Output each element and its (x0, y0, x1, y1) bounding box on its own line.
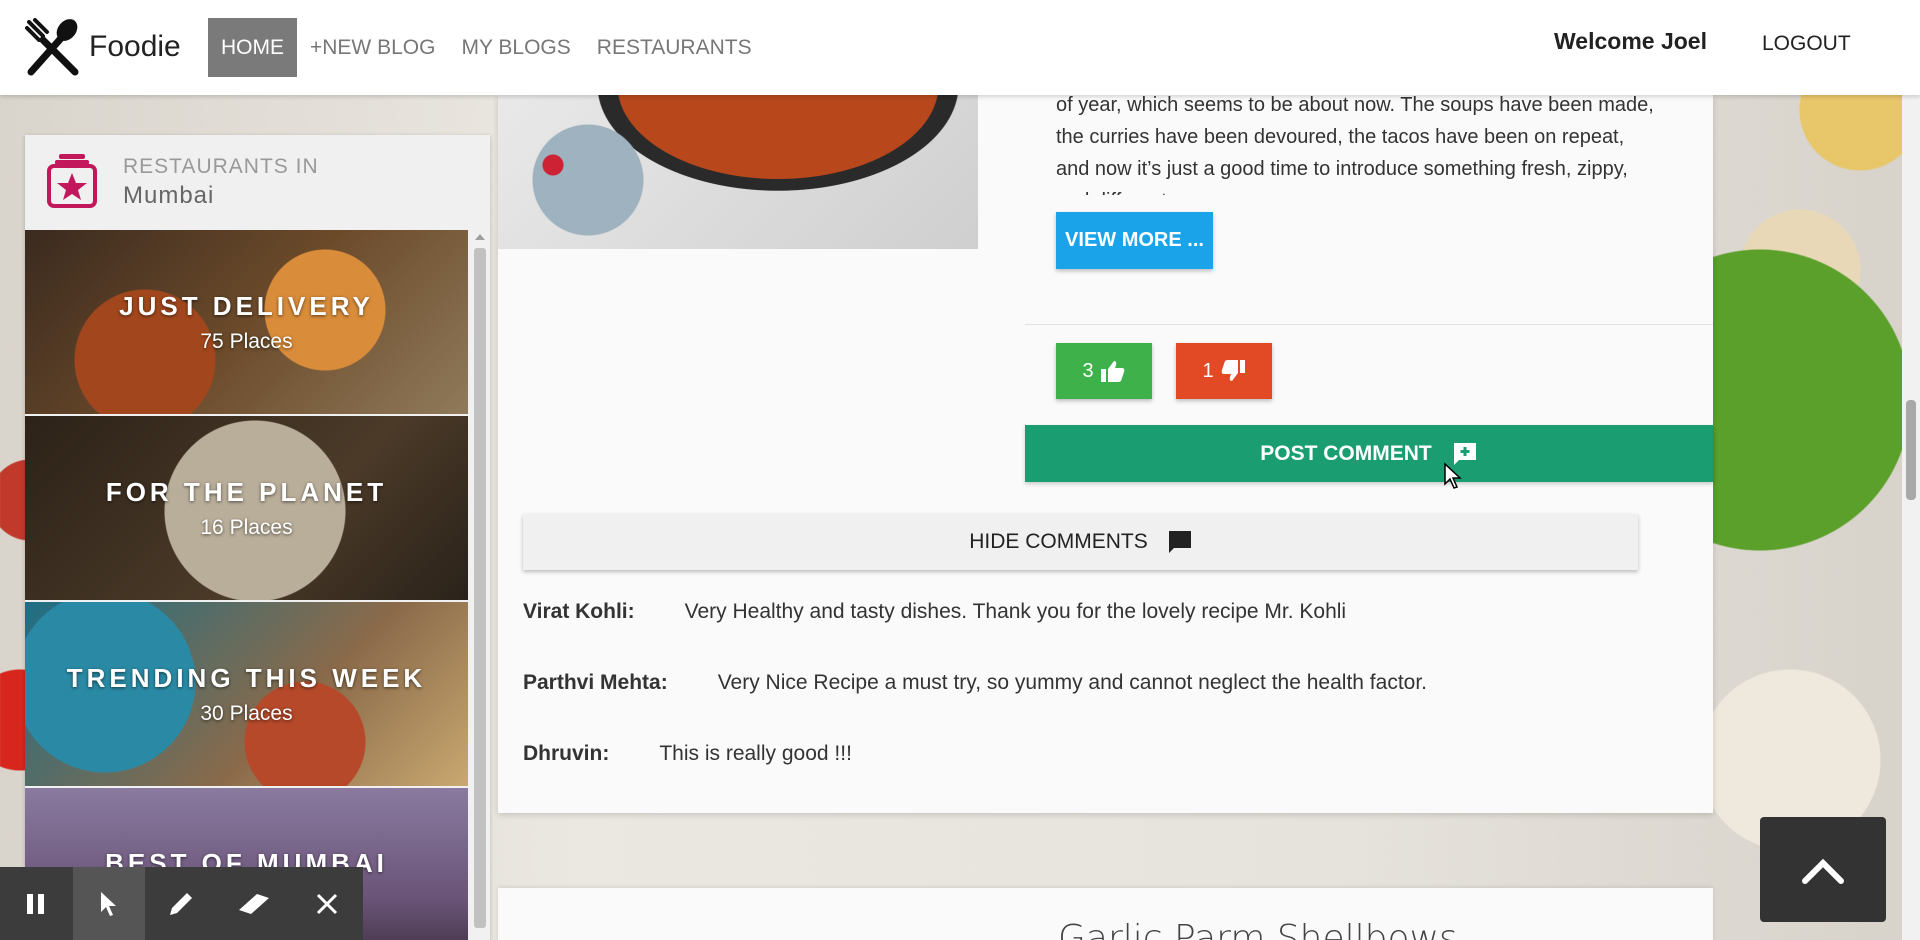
comment-author: Parthvi Mehta: (523, 671, 668, 694)
blog-dish-image (498, 95, 978, 249)
chevron-up-icon (1802, 858, 1844, 884)
blog-post-card: of year, which seems to be about now. Th… (498, 94, 1713, 813)
tile-name: TRENDING THIS WEEK (66, 662, 427, 693)
comment-author: Virat Kohli: (523, 600, 635, 623)
comment-text: This is really good !!! (659, 742, 852, 765)
restaurant-star-icon (47, 154, 97, 208)
pause-tool[interactable] (0, 867, 73, 940)
comment-item: Virat Kohli: Very Healthy and tasty dish… (523, 600, 1673, 671)
sidebar-city: Mumbai (123, 182, 215, 209)
logout-link[interactable]: LOGOUT (1762, 32, 1851, 56)
mouse-cursor-icon (1444, 462, 1462, 489)
dislike-count: 1 (1202, 359, 1214, 382)
close-tool[interactable] (290, 867, 363, 940)
like-button[interactable]: 3 (1056, 343, 1152, 399)
next-blog-title: Garlic Parm Shellbows (1058, 918, 1458, 940)
category-list: JUST DELIVERY 75 Places FOR THE PLANET 1… (25, 230, 468, 940)
sidebar-header: RESTAURANTS IN Mumbai (25, 135, 490, 230)
eraser-tool[interactable] (218, 867, 291, 940)
back-to-top-button[interactable] (1760, 817, 1886, 922)
comments-list: Virat Kohli: Very Healthy and tasty dish… (523, 600, 1673, 813)
category-tile-trending[interactable]: TRENDING THIS WEEK 30 Places (25, 602, 468, 786)
fork-spoon-icon (25, 18, 79, 76)
hide-comments-button[interactable]: HIDE COMMENTS (523, 514, 1638, 570)
thumbs-up-icon (1100, 361, 1124, 382)
nav-restaurants[interactable]: RESTAURANTS (584, 18, 765, 77)
tile-name: FOR THE PLANET (105, 476, 388, 507)
tile-name: JUST DELIVERY (119, 290, 374, 321)
thumbs-down-icon (1221, 360, 1245, 381)
sidebar-scrollbar[interactable] (470, 230, 490, 940)
blog-excerpt: of year, which seems to be about now. Th… (1056, 94, 1654, 195)
pencil-icon (170, 892, 193, 915)
view-more-button[interactable]: VIEW MORE ... (1056, 212, 1213, 269)
post-comment-label: POST COMMENT (1260, 441, 1432, 465)
close-icon (316, 893, 337, 914)
tile-count: 30 Places (200, 701, 293, 725)
comment-text: Very Healthy and tasty dishes. Thank you… (684, 600, 1347, 623)
dislike-button[interactable]: 1 (1176, 343, 1272, 399)
comment-item: Parthvi Mehta: Very Nice Recipe a must t… (523, 671, 1673, 742)
tile-count: 75 Places (200, 329, 293, 353)
scrollbar-thumb[interactable] (474, 248, 486, 928)
brand-logo[interactable]: Foodie (25, 18, 181, 76)
page-scrollbar[interactable] (1902, 95, 1920, 940)
scrollbar-thumb[interactable] (1906, 400, 1916, 500)
pointer-tool[interactable] (72, 867, 146, 940)
comment-text: Very Nice Recipe a must try, so yummy an… (717, 671, 1427, 694)
sidebar-title: RESTAURANTS IN (123, 155, 319, 178)
annotation-toolbar (0, 867, 363, 940)
top-navbar: Foodie HOME +NEW BLOG MY BLOGS RESTAURAN… (0, 0, 1920, 95)
nav-home[interactable]: HOME (208, 18, 297, 77)
comment-icon (1168, 531, 1191, 553)
pen-tool[interactable] (145, 867, 218, 940)
tile-count: 16 Places (200, 515, 293, 539)
category-tile-for-the-planet[interactable]: FOR THE PLANET 16 Places (25, 416, 468, 600)
category-tile-just-delivery[interactable]: JUST DELIVERY 75 Places (25, 230, 468, 414)
like-count: 3 (1082, 359, 1094, 382)
nav-my-blogs[interactable]: MY BLOGS (448, 18, 583, 77)
comment-item: Dhruvin: This is really good !!! (523, 742, 1673, 813)
nav-new-blog[interactable]: +NEW BLOG (297, 18, 448, 77)
pointer-icon (100, 891, 116, 916)
comment-author: Dhruvin: (523, 742, 610, 765)
hide-comments-label: HIDE COMMENTS (969, 530, 1148, 553)
brand-name: Foodie (89, 30, 181, 63)
pause-icon (27, 893, 45, 914)
welcome-text: Welcome Joel (1554, 28, 1707, 54)
next-blog-card: Garlic Parm Shellbows (498, 888, 1713, 940)
eraser-icon (239, 893, 270, 914)
restaurants-sidebar: RESTAURANTS IN Mumbai JUST DELIVERY 75 P… (25, 135, 490, 940)
post-comment-button[interactable]: POST COMMENT (1025, 425, 1713, 482)
nav-links: HOME +NEW BLOG MY BLOGS RESTAURANTS (208, 18, 765, 77)
divider (1025, 324, 1713, 325)
scroll-up-arrow-icon[interactable] (475, 234, 485, 240)
